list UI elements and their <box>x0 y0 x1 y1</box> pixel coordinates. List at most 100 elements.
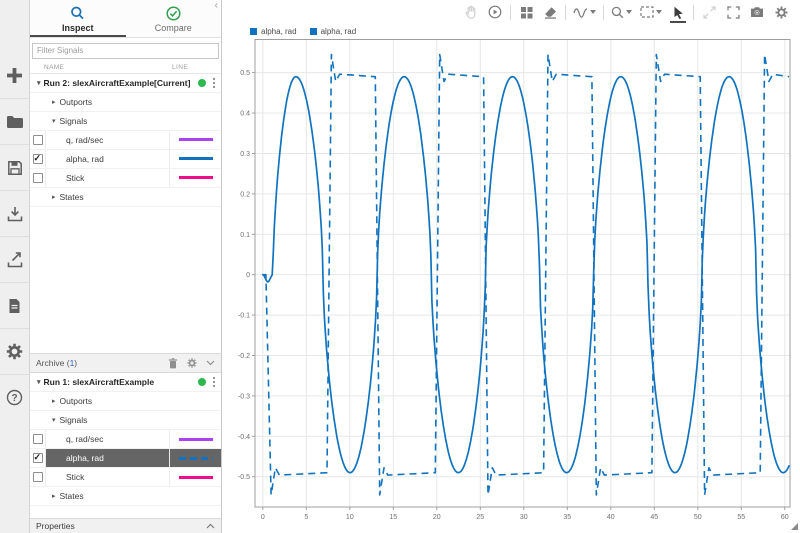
signal-options-button[interactable] <box>572 3 597 21</box>
filter-signals-input[interactable] <box>32 43 219 59</box>
save-icon <box>7 160 23 176</box>
signal-row-stick[interactable]: Stick <box>30 169 221 188</box>
plot-canvas[interactable]: 051015202530354045505560-0.5-0.4-0.3-0.2… <box>222 38 798 533</box>
line-swatch <box>179 476 213 479</box>
new-run-button[interactable] <box>0 52 29 98</box>
states-label: States <box>60 491 84 501</box>
signal-checkbox[interactable] <box>33 453 43 463</box>
tab-compare[interactable]: Compare <box>126 0 222 37</box>
y-tick-label: -0.3 <box>238 393 250 400</box>
create-report-button[interactable] <box>0 282 29 328</box>
expand-button[interactable] <box>700 3 718 21</box>
simulation-data-inspector: ? Inspect Compare ‹ NAME LINE ▾ <box>0 0 800 533</box>
signal-row-q[interactable]: q, rad/sec <box>30 131 221 150</box>
toolbar-separator <box>693 5 694 20</box>
legend-swatch <box>310 28 317 35</box>
legend-label: alpha, rad <box>261 27 297 36</box>
collapse-panel-icon[interactable]: ‹ <box>215 1 218 11</box>
export-button[interactable] <box>0 236 29 282</box>
run-2-states[interactable]: ▸ States <box>30 188 221 207</box>
gear-icon <box>6 343 23 360</box>
resize-grip[interactable] <box>791 523 798 530</box>
y-tick-label: 0.3 <box>240 151 250 158</box>
play-circle-icon <box>488 5 502 19</box>
run-status-dot <box>198 79 206 87</box>
kebab-menu-icon[interactable] <box>212 77 216 89</box>
signal-row-alpha[interactable]: alpha, rad <box>30 150 221 169</box>
y-tick-label: 0.1 <box>240 232 250 239</box>
select-tool-button[interactable] <box>669 3 687 21</box>
replay-button[interactable] <box>486 3 504 21</box>
expand-arrows-icon <box>703 6 716 19</box>
archive-header[interactable]: Archive (1) <box>30 353 221 373</box>
tab-inspect[interactable]: Inspect <box>30 0 126 37</box>
legend-item[interactable]: alpha, rad <box>250 27 297 36</box>
kebab-menu-icon[interactable] <box>212 376 216 388</box>
run-2-header[interactable]: ▾ Run 2: slexAircraftExample[Current] <box>30 74 221 93</box>
line-swatch-cell <box>169 131 221 149</box>
run-1-tree: ▾ Run 1: slexAircraftExample ▸ Outports … <box>30 373 221 506</box>
preferences-button[interactable] <box>0 328 29 374</box>
signal-checkbox[interactable] <box>33 472 43 482</box>
run-2-outports[interactable]: ▸ Outports <box>30 93 221 112</box>
clear-plots-button[interactable] <box>541 3 559 21</box>
grid <box>255 40 790 508</box>
signal-checkbox-cell <box>30 468 46 486</box>
signal-checkbox[interactable] <box>33 173 43 183</box>
properties-bar[interactable]: Properties <box>30 518 221 533</box>
magnifier-icon <box>611 6 624 19</box>
line-swatch-cell <box>169 169 221 187</box>
x-tick-label: 45 <box>650 514 658 521</box>
import-button[interactable] <box>0 190 29 236</box>
outports-label: Outports <box>60 97 93 107</box>
run-1-header[interactable]: ▾ Run 1: slexAircraftExample <box>30 373 221 392</box>
open-button[interactable] <box>0 98 29 144</box>
signal-checkbox[interactable] <box>33 154 43 164</box>
snapshot-button[interactable] <box>748 3 766 21</box>
x-tick-label: 15 <box>389 514 397 521</box>
zoom-button[interactable] <box>610 3 633 21</box>
save-button[interactable] <box>0 144 29 190</box>
pan-button[interactable] <box>462 3 480 21</box>
trash-icon <box>168 358 178 369</box>
run-1-outports[interactable]: ▸ Outports <box>30 392 221 411</box>
collapsed-caret-icon: ▸ <box>52 397 56 405</box>
signal-checkbox[interactable] <box>33 135 43 145</box>
y-tick-label: -0.5 <box>238 474 250 481</box>
legend-label: alpha, rad <box>321 27 357 36</box>
x-tick-label: 40 <box>607 514 615 521</box>
run-1-title: Run 1: slexAircraftExample <box>44 377 194 387</box>
archive-collapse-button[interactable] <box>206 360 215 366</box>
help-button[interactable]: ? <box>0 374 29 420</box>
signal-checkbox-cell <box>30 169 46 187</box>
hand-icon <box>465 5 478 19</box>
legend-item[interactable]: alpha, rad <box>310 27 357 36</box>
cursor-arrow-icon <box>673 6 684 19</box>
small-gear-icon <box>187 358 197 368</box>
signal-row-alpha[interactable]: alpha, rad <box>30 449 221 468</box>
run-2-signals[interactable]: ▾ Signals <box>30 112 221 131</box>
signal-checkbox[interactable] <box>33 434 43 444</box>
signal-name: q, rad/sec <box>46 131 169 149</box>
archive-settings-button[interactable] <box>187 358 197 368</box>
run-2-title: Run 2: slexAircraftExample[Current] <box>44 78 194 88</box>
states-label: States <box>60 192 84 202</box>
run-1-states[interactable]: ▸ States <box>30 487 221 506</box>
signal-checkbox-cell <box>30 430 46 448</box>
delete-archive-button[interactable] <box>168 358 178 369</box>
chart-area: 051015202530354045505560-0.5-0.4-0.3-0.2… <box>222 38 800 533</box>
line-swatch-cell <box>169 449 221 467</box>
fullscreen-button[interactable] <box>724 3 742 21</box>
signal-checkbox-cell <box>30 131 46 149</box>
run-2-tree: ▾ Run 2: slexAircraftExample[Current] ▸ … <box>30 74 221 207</box>
tab-inspect-label: Inspect <box>62 23 94 33</box>
gear-icon <box>775 6 788 19</box>
signal-row-stick[interactable]: Stick <box>30 468 221 487</box>
fit-view-button[interactable] <box>639 3 663 21</box>
expanded-caret-icon: ▾ <box>52 117 56 125</box>
signal-row-q[interactable]: q, rad/sec <box>30 430 221 449</box>
run-1-signals[interactable]: ▾ Signals <box>30 411 221 430</box>
subplot-layout-button[interactable] <box>517 3 535 21</box>
plot-settings-button[interactable] <box>772 3 790 21</box>
plot-pane: alpha, rad alpha, rad 051015202530354045… <box>222 0 800 533</box>
